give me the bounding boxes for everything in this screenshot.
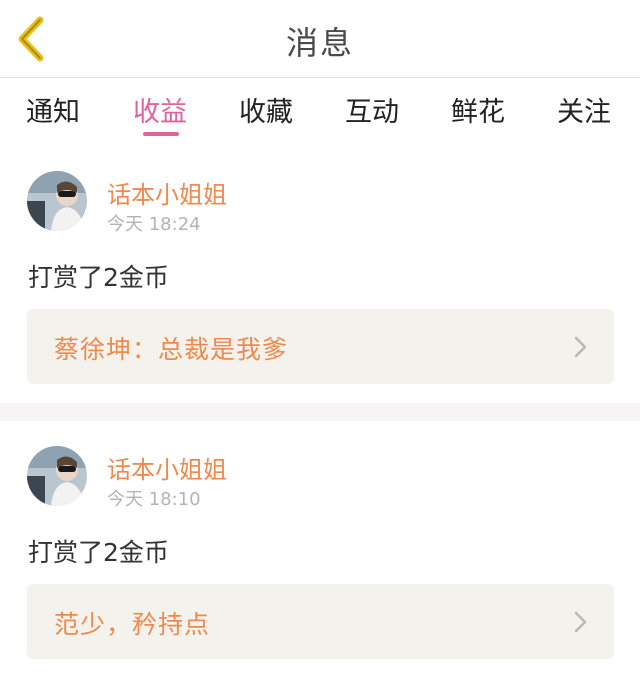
tab-notifications[interactable]: 通知 <box>26 90 80 129</box>
tab-flowers[interactable]: 鲜花 <box>451 90 505 129</box>
username[interactable]: 话本小姐姐 <box>107 175 227 210</box>
tab-earnings[interactable]: 收益 <box>133 90 187 129</box>
tab-interactions[interactable]: 互动 <box>345 90 399 129</box>
page-title: 消息 <box>285 24 354 62</box>
message-text: 打赏了2金币 <box>28 263 169 292</box>
message-list: 话本小姐姐 今天 18:24 打赏了2金币 蔡徐坤：总裁是我爹 话本小姐姐 今天… <box>0 146 640 678</box>
timestamp: 今天 18:24 <box>107 214 201 235</box>
tab-bar: 通知 收益 收藏 互动 鲜花 关注 <box>0 78 640 146</box>
work-title: 范少，矜持点 <box>54 610 211 639</box>
work-title: 蔡徐坤：总裁是我爹 <box>54 335 289 364</box>
tab-favorites[interactable]: 收藏 <box>239 90 293 129</box>
timestamp: 今天 18:10 <box>107 489 201 510</box>
tab-following[interactable]: 关注 <box>557 90 611 129</box>
active-tab-indicator <box>143 132 179 136</box>
list-item: 话本小姐姐 今天 18:24 打赏了2金币 蔡徐坤：总裁是我爹 <box>0 146 640 403</box>
avatar[interactable] <box>27 171 87 231</box>
top-bar: 消息 <box>0 0 640 78</box>
work-link[interactable]: 蔡徐坤：总裁是我爹 <box>27 309 614 384</box>
work-link[interactable]: 范少，矜持点 <box>27 584 614 659</box>
username[interactable]: 话本小姐姐 <box>107 450 227 485</box>
message-text: 打赏了2金币 <box>28 538 169 567</box>
avatar[interactable] <box>27 446 87 506</box>
list-item: 话本小姐姐 今天 18:10 打赏了2金币 范少，矜持点 <box>0 421 640 678</box>
chevron-right-icon <box>574 336 587 358</box>
section-divider <box>0 403 640 421</box>
chevron-right-icon <box>574 611 587 633</box>
